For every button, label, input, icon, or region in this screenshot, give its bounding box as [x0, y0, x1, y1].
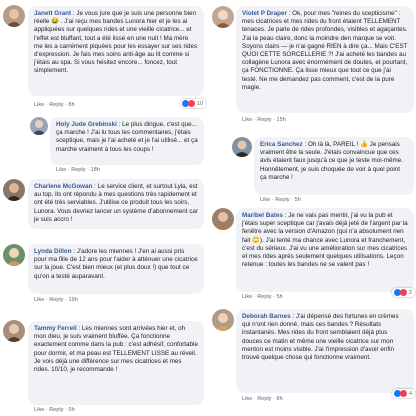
comment-bubble: Erica Sanchez : Oh là là, PAREIL ! 👍 Je …	[254, 137, 414, 195]
comment-janett-grant: Janett Grant : Je vous jure que je suis …	[0, 0, 206, 112]
comment-author[interactable]: Erica Sanchez	[260, 141, 303, 148]
left-comment-column: Janett Grant : Je vous jure que je suis …	[0, 0, 206, 416]
comment-author[interactable]: Maribel Bates	[242, 212, 283, 219]
comment-actions[interactable]: Like · Reply · 8h	[242, 396, 283, 402]
avatar[interactable]	[3, 179, 25, 201]
comment-actions[interactable]: Like · Reply · 5h	[242, 294, 283, 300]
comment-author[interactable]: Charlene McGowan	[34, 183, 92, 190]
reaction-count: 4	[409, 390, 412, 397]
avatar[interactable]	[3, 5, 25, 27]
comment-deborah-barnes: Deborah Barnes : J'ai dépensé des fortun…	[210, 305, 416, 416]
avatar[interactable]	[212, 208, 234, 230]
comment-charlene-mcgowan: Charlene McGowan : Le service client, et…	[0, 175, 206, 235]
comment-text: : Ok, pour mes "reines du scepticisme" :…	[242, 10, 408, 91]
comment-tammy-ferrell: Tammy Ferrell : Les miennes sont arrivée…	[0, 312, 206, 416]
comment-actions[interactable]: Like · Reply · 8h	[34, 102, 75, 108]
love-reaction-icon	[400, 390, 407, 397]
comment-bubble: Charlene McGowan : Le service client, et…	[28, 179, 204, 229]
love-reaction-icon	[400, 289, 407, 296]
comment-actions[interactable]: Like · Reply · 5h	[260, 197, 301, 203]
right-comment-column: Violet P Draper : Ok, pour mes "reines d…	[210, 0, 416, 416]
comment-bubble: Violet P Draper : Ok, pour mes "reines d…	[236, 6, 414, 113]
comment-text: : Je vous jure que je suis une personne …	[34, 10, 198, 75]
avatar[interactable]	[212, 6, 234, 28]
comment-author[interactable]: Holy Jude Grebinski	[56, 121, 117, 128]
comment-erica-sanchez: Erica Sanchez : Oh là là, PAREIL ! 👍 Je …	[210, 133, 416, 205]
reaction-count: 2	[409, 289, 412, 296]
comment-author[interactable]: Tammy Ferrell	[34, 325, 77, 332]
comment-author[interactable]: Deborah Barnes	[242, 313, 291, 320]
comment-text: : J'ai dépensé des fortunes en crèmes qu…	[242, 313, 399, 362]
comment-text: : Les miennes sont arrivées hier et, oh …	[34, 325, 198, 374]
comment-actions[interactable]: Like · Reply · 15h	[242, 117, 286, 123]
comment-author[interactable]: Janett Grant	[34, 10, 71, 17]
comment-actions[interactable]: Like · Reply · 18h	[56, 167, 100, 173]
comment-bubble: Tammy Ferrell : Les miennes sont arrivée…	[28, 321, 204, 405]
avatar[interactable]	[232, 137, 252, 157]
reaction-badge[interactable]: 4	[392, 389, 415, 398]
comment-bubble: Lynda Dillon : J'adore les miennes ! J'e…	[28, 244, 204, 294]
comment-text: : Je ne vais pas mentir, j'ai vu la pub …	[242, 212, 408, 269]
comment-actions[interactable]: Like · Reply · 19h	[34, 297, 78, 303]
comment-maribel-bates: Maribel Bates : Je ne vais pas mentir, j…	[210, 204, 416, 302]
avatar[interactable]	[30, 117, 48, 135]
comment-bubble: Maribel Bates : Je ne vais pas mentir, j…	[236, 208, 414, 292]
avatar[interactable]	[3, 244, 25, 266]
comment-violet-p-draper: Violet P Draper : Ok, pour mes "reines d…	[210, 0, 416, 130]
comment-lynda-dillon: Lynda Dillon : J'adore les miennes ! J'e…	[0, 240, 206, 308]
comment-author[interactable]: Violet P Draper	[242, 10, 287, 17]
comment-bubble: Deborah Barnes : J'ai dépensé des fortun…	[236, 309, 414, 393]
comment-holy-jude-grebinski: Holy Jude Grebinski : Le plus dingue, c'…	[0, 113, 206, 175]
column-divider	[207, 0, 209, 416]
reaction-badge[interactable]: 10	[180, 99, 206, 108]
reaction-badge[interactable]: 2	[392, 288, 415, 297]
comment-author[interactable]: Lynda Dillon	[34, 248, 72, 255]
avatar[interactable]	[3, 320, 25, 342]
love-reaction-icon	[188, 100, 195, 107]
comment-bubble: Janett Grant : Je vous jure que je suis …	[28, 6, 204, 96]
comment-bubble: Holy Jude Grebinski : Le plus dingue, c'…	[50, 117, 204, 165]
comment-actions[interactable]: Like · Reply · 5h	[34, 407, 75, 413]
reaction-count: 10	[197, 100, 203, 107]
avatar[interactable]	[212, 309, 234, 331]
